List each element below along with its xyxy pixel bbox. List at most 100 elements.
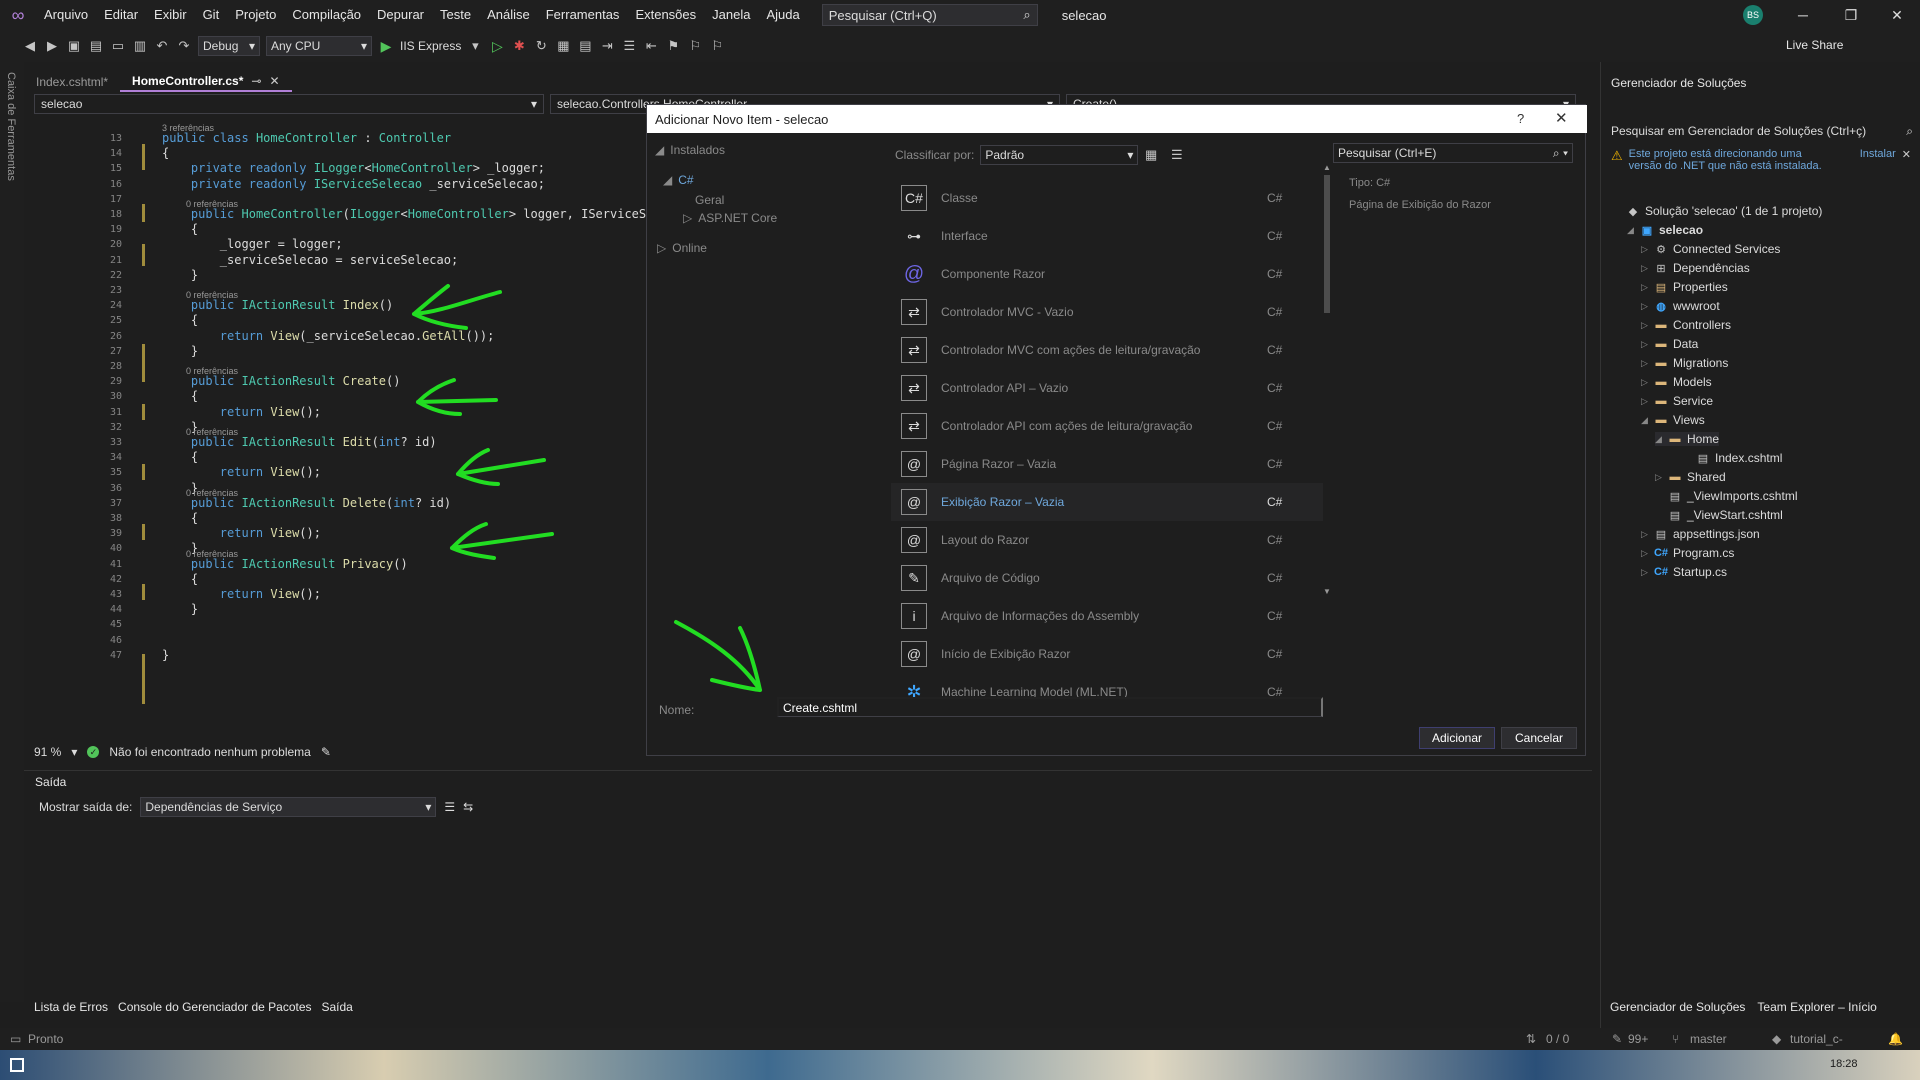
pin-icon[interactable]: ⊸ bbox=[251, 74, 261, 88]
branch-name[interactable]: master bbox=[1690, 1032, 1727, 1046]
code-line[interactable]: { bbox=[162, 450, 198, 464]
code-line[interactable]: public IActionResult Privacy() bbox=[162, 557, 408, 571]
code-line[interactable]: { bbox=[162, 572, 198, 586]
run-without-debug-icon[interactable]: ▷ bbox=[489, 38, 505, 54]
bookmark-next-icon[interactable]: ⚐ bbox=[709, 38, 725, 54]
brush-icon[interactable]: ✎ bbox=[321, 745, 331, 759]
tree-item-viewstart[interactable]: ▤ _ViewStart.cshtml bbox=[1655, 508, 1783, 522]
code-line[interactable]: public class HomeController : Controller bbox=[162, 131, 451, 145]
tab-solution-explorer[interactable]: Gerenciador de Soluções bbox=[1610, 1000, 1745, 1014]
zoom-level[interactable]: 91 % bbox=[34, 745, 61, 759]
collapsed-arrow-icon[interactable]: ▷ bbox=[1641, 548, 1649, 559]
codelens-references[interactable]: 0 referências bbox=[186, 549, 238, 559]
collapsed-arrow-icon[interactable]: ▷ bbox=[1641, 244, 1649, 255]
collapsed-arrow-icon[interactable]: ▷ bbox=[1641, 358, 1649, 369]
new-project-icon[interactable]: ▣ bbox=[66, 38, 82, 54]
menu-exibir[interactable]: Exibir bbox=[146, 0, 195, 30]
template-item[interactable]: ⊶ Interface C# bbox=[891, 217, 1323, 255]
code-line[interactable]: { bbox=[162, 313, 198, 327]
menu-depurar[interactable]: Depurar bbox=[369, 0, 432, 30]
template-item[interactable]: @ Componente Razor C# bbox=[891, 255, 1323, 293]
undo-icon[interactable]: ↶ bbox=[154, 38, 170, 54]
category-online[interactable]: ▷ Online bbox=[657, 241, 707, 255]
refresh-icon[interactable]: ↻ bbox=[533, 38, 549, 54]
template-item[interactable]: @ Página Razor – Vazia C# bbox=[891, 445, 1323, 483]
open-folder-icon[interactable]: ▤ bbox=[88, 38, 104, 54]
expanded-arrow-icon[interactable]: ◢ bbox=[1627, 225, 1635, 236]
minimize-icon[interactable]: ─ bbox=[1780, 0, 1826, 30]
template-scrollbar[interactable]: ▲ ▼ bbox=[1323, 163, 1331, 596]
cancel-button[interactable]: Cancelar bbox=[1501, 727, 1577, 749]
code-line[interactable]: private readonly ILogger<HomeController>… bbox=[162, 161, 545, 175]
tree-item-shared[interactable]: ▷ ▬ Shared bbox=[1655, 470, 1726, 484]
bookmark-icon[interactable]: ⚑ bbox=[665, 38, 681, 54]
collapsed-arrow-icon[interactable]: ▷ bbox=[1641, 567, 1649, 578]
user-avatar[interactable]: BS bbox=[1743, 5, 1763, 25]
category-csharp[interactable]: ◢ C# bbox=[663, 173, 694, 187]
collapsed-arrow-icon[interactable]: ▷ bbox=[1641, 529, 1649, 540]
word-wrap-icon[interactable]: ⇆ bbox=[463, 800, 473, 814]
menu-janela[interactable]: Janela bbox=[704, 0, 758, 30]
template-item[interactable]: @ Layout do Razor C# bbox=[891, 521, 1323, 559]
collapsed-arrow-icon[interactable]: ▷ bbox=[1641, 282, 1649, 293]
tab-package-console[interactable]: Console do Gerenciador de Pacotes bbox=[118, 1000, 311, 1018]
save-icon[interactable]: ▭ bbox=[110, 38, 126, 54]
install-link[interactable]: Instalar bbox=[1860, 148, 1896, 172]
close-window-icon[interactable]: ✕ bbox=[1874, 0, 1920, 30]
notifications-icon[interactable]: 🔔 bbox=[1888, 1032, 1903, 1046]
name-field[interactable] bbox=[777, 697, 1323, 717]
code-line[interactable]: } bbox=[162, 648, 169, 662]
category-general[interactable]: Geral bbox=[695, 193, 724, 207]
collapsed-arrow-icon[interactable]: ▷ bbox=[1641, 339, 1649, 350]
category-installed[interactable]: ◢ Instalados bbox=[655, 143, 725, 157]
redo-icon[interactable]: ↷ bbox=[176, 38, 192, 54]
tree-item-startup[interactable]: ▷ C# Startup.cs bbox=[1641, 565, 1727, 579]
menu-projeto[interactable]: Projeto bbox=[227, 0, 284, 30]
tree-item-viewimports[interactable]: ▤ _ViewImports.cshtml bbox=[1655, 489, 1798, 503]
collapsed-arrow-icon[interactable]: ▷ bbox=[1641, 377, 1649, 388]
tree-item-project[interactable]: ◢ ▣ selecao bbox=[1627, 223, 1703, 237]
live-share-button[interactable]: Live Share bbox=[1786, 38, 1843, 52]
platform-combo[interactable]: Any CPU ▾ bbox=[266, 36, 372, 56]
layout-icon[interactable]: ▤ bbox=[577, 38, 593, 54]
code-line[interactable]: public HomeController(ILogger<HomeContro… bbox=[162, 207, 668, 221]
run-target[interactable]: IIS Express bbox=[400, 39, 461, 53]
run-icon[interactable]: ▶ bbox=[378, 38, 394, 54]
menu-arquivo[interactable]: Arquivo bbox=[36, 0, 96, 30]
format-icon[interactable]: ☰ bbox=[621, 38, 637, 54]
code-line[interactable]: return View(); bbox=[162, 526, 321, 540]
menu-ferramentas[interactable]: Ferramentas bbox=[538, 0, 628, 30]
config-combo[interactable]: Debug ▾ bbox=[198, 36, 260, 56]
tab-homecontroller[interactable]: HomeController.cs* ⊸ ✕ bbox=[120, 72, 292, 92]
back-icon[interactable]: ◀ bbox=[22, 38, 38, 54]
template-item[interactable]: ✎ Arquivo de Código C# bbox=[891, 559, 1323, 597]
sort-combo[interactable]: Padrão ▾ bbox=[980, 145, 1139, 165]
bookmark-prev-icon[interactable]: ⚐ bbox=[687, 38, 703, 54]
tree-item-properties[interactable]: ▷ ▤ Properties bbox=[1641, 280, 1728, 294]
codelens-references[interactable]: 0 referências bbox=[186, 366, 238, 376]
codelens-references[interactable]: 0 referências bbox=[186, 427, 238, 437]
repo-name[interactable]: tutorial_c- bbox=[1790, 1032, 1843, 1046]
expanded-arrow-icon[interactable]: ◢ bbox=[1655, 434, 1663, 445]
code-line[interactable]: return View(); bbox=[162, 587, 321, 601]
close-tab-icon[interactable]: ✕ bbox=[269, 74, 279, 88]
code-line[interactable]: { bbox=[162, 511, 198, 525]
tree-item-connected[interactable]: ▷ ⚙ Connected Services bbox=[1641, 242, 1780, 256]
tree-item-appsettings[interactable]: ▷ ▤ appsettings.json bbox=[1641, 527, 1760, 541]
menu-extensoes[interactable]: Extensões bbox=[627, 0, 704, 30]
solution-search[interactable]: Pesquisar em Gerenciador de Soluções (Ct… bbox=[1611, 122, 1913, 140]
tab-output[interactable]: Saída bbox=[322, 1000, 353, 1018]
tree-item-migrations[interactable]: ▷ ▬ Migrations bbox=[1641, 356, 1728, 370]
project-nav-combo[interactable]: selecao ▾ bbox=[34, 94, 544, 114]
tree-item-solution[interactable]: ◆ Solução 'selecao' (1 de 1 projeto) bbox=[1613, 204, 1823, 218]
code-line[interactable]: public IActionResult Create() bbox=[162, 374, 401, 388]
tree-item-index[interactable]: ▤ Index.cshtml bbox=[1683, 451, 1783, 465]
browse-icon[interactable]: ▦ bbox=[555, 38, 571, 54]
code-line[interactable]: } bbox=[162, 268, 198, 282]
list-view-icon[interactable]: ☰ bbox=[1171, 147, 1183, 163]
expanded-arrow-icon[interactable]: ◢ bbox=[1641, 415, 1649, 426]
add-button[interactable]: Adicionar bbox=[1419, 727, 1495, 749]
tree-item-data[interactable]: ▷ ▬ Data bbox=[1641, 337, 1698, 351]
grid-view-icon[interactable]: ▦ bbox=[1145, 147, 1157, 163]
scroll-up-icon[interactable]: ▲ bbox=[1323, 163, 1331, 172]
